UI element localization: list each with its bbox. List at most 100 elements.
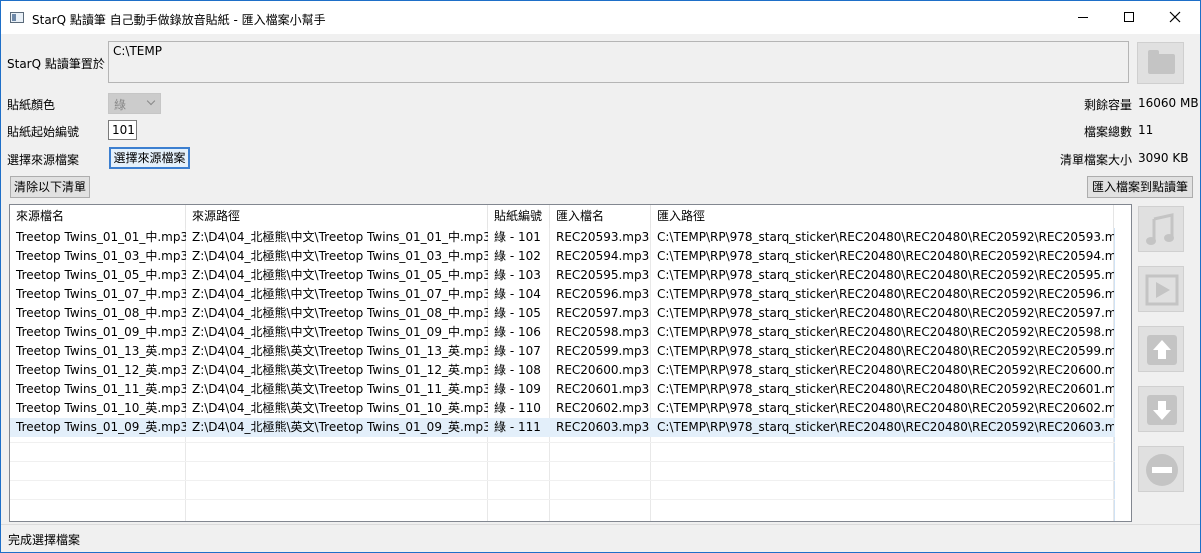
cell-source-path: Z:\D4\04_北極熊\中文\Treetop Twins_01_08_中.mp… bbox=[192, 306, 488, 320]
header-sticker-number[interactable]: 貼紙編號 bbox=[488, 205, 550, 228]
play-sound-button[interactable] bbox=[1138, 206, 1184, 252]
cell-import-name: REC20603.mp3 bbox=[556, 420, 650, 434]
total-files-value: 11 bbox=[1138, 123, 1154, 137]
cell-source-path: Z:\D4\04_北極熊\中文\Treetop Twins_01_03_中.mp… bbox=[192, 249, 488, 263]
window-title: StarQ 點讀筆 自己動手做錄放音貼紙 - 匯入檔案小幫手 bbox=[32, 13, 326, 27]
cell-import-name: REC20595.mp3 bbox=[556, 268, 650, 282]
cell-source-path: Z:\D4\04_北極熊\英文\Treetop Twins_01_10_英.mp… bbox=[192, 401, 488, 415]
cell-source-path: Z:\D4\04_北極熊\英文\Treetop Twins_01_11_英.mp… bbox=[192, 382, 488, 396]
remove-button[interactable] bbox=[1138, 446, 1184, 492]
header-source-path[interactable]: 來源路徑 bbox=[186, 205, 488, 228]
cell-import-name: REC20597.mp3 bbox=[556, 306, 650, 320]
table-header: 來源檔名 來源路徑 貼紙編號 匯入檔名 匯入路徑 bbox=[10, 205, 1131, 228]
cell-source-path: Z:\D4\04_北極熊\英文\Treetop Twins_01_13_英.mp… bbox=[192, 344, 488, 358]
cell-sticker-number: 綠 - 110 bbox=[494, 401, 541, 415]
cell-import-name: REC20599.mp3 bbox=[556, 344, 650, 358]
browse-folder-button[interactable] bbox=[1137, 42, 1184, 84]
cell-import-path: C:\TEMP\RP\978_starq_sticker\REC20480\RE… bbox=[657, 401, 1114, 415]
table-row[interactable]: Treetop Twins_01_12_英.mp3 Z:\D4\04_北極熊\英文… bbox=[10, 361, 1115, 380]
color-select-value: 綠 bbox=[114, 98, 127, 112]
start-number-input[interactable]: 101 bbox=[108, 120, 137, 140]
cell-source-name: Treetop Twins_01_01_中.mp3 bbox=[16, 230, 186, 244]
cell-import-name: REC20594.mp3 bbox=[556, 249, 650, 263]
cell-source-name: Treetop Twins_01_05_中.mp3 bbox=[16, 268, 186, 282]
cell-source-name: Treetop Twins_01_08_中.mp3 bbox=[16, 306, 186, 320]
cell-sticker-number: 綠 - 106 bbox=[494, 325, 541, 339]
cell-sticker-number: 綠 - 105 bbox=[494, 306, 541, 320]
table-row[interactable]: Treetop Twins_01_05_中.mp3 Z:\D4\04_北極熊\中文… bbox=[10, 266, 1115, 285]
minimize-icon bbox=[1078, 16, 1088, 18]
color-select[interactable]: 綠 bbox=[108, 93, 161, 114]
cell-source-path: Z:\D4\04_北極熊\英文\Treetop Twins_01_12_英.mp… bbox=[192, 363, 488, 377]
cell-source-name: Treetop Twins_01_09_英.mp3 bbox=[16, 420, 186, 434]
cell-import-name: REC20602.mp3 bbox=[556, 401, 650, 415]
table-row[interactable]: Treetop Twins_01_08_中.mp3 Z:\D4\04_北極熊\中文… bbox=[10, 304, 1115, 323]
minimize-button[interactable] bbox=[1060, 1, 1106, 34]
play-button[interactable] bbox=[1138, 266, 1184, 312]
table-row[interactable]: Treetop Twins_01_13_英.mp3 Z:\D4\04_北極熊\英文… bbox=[10, 342, 1115, 361]
maximize-icon bbox=[1124, 12, 1134, 22]
source-label: 選擇來源檔案 bbox=[7, 153, 80, 167]
cell-import-path: C:\TEMP\RP\978_starq_sticker\REC20480\RE… bbox=[657, 382, 1114, 396]
table-row[interactable]: Treetop Twins_01_10_英.mp3 Z:\D4\04_北極熊\英文… bbox=[10, 399, 1115, 418]
cell-import-path: C:\TEMP\RP\978_starq_sticker\REC20480\RE… bbox=[657, 420, 1114, 434]
cell-import-name: REC20598.mp3 bbox=[556, 325, 650, 339]
cell-source-name: Treetop Twins_01_07_中.mp3 bbox=[16, 287, 186, 301]
import-files-button[interactable]: 匯入檔案到點讀筆 bbox=[1087, 176, 1193, 198]
app-window: StarQ 點讀筆 自己動手做錄放音貼紙 - 匯入檔案小幫手 StarQ 點讀筆… bbox=[0, 0, 1201, 553]
cell-source-name: Treetop Twins_01_12_英.mp3 bbox=[16, 363, 186, 377]
start-number-label: 貼紙起始編號 bbox=[7, 125, 80, 139]
table-row[interactable]: Treetop Twins_01_09_中.mp3 Z:\D4\04_北極熊\中文… bbox=[10, 323, 1115, 342]
table-row[interactable]: Treetop Twins_01_11_英.mp3 Z:\D4\04_北極熊\英文… bbox=[10, 380, 1115, 399]
list-size-value: 3090 KB bbox=[1138, 151, 1189, 165]
play-icon bbox=[1145, 274, 1179, 306]
cell-sticker-number: 綠 - 111 bbox=[494, 420, 541, 434]
main-content: StarQ 點讀筆置於 C:\TEMP 貼紙顏色 綠 貼紙起始編號 101 選擇… bbox=[1, 34, 1200, 552]
cell-sticker-number: 綠 - 107 bbox=[494, 344, 541, 358]
list-size-label: 清單檔案大小 bbox=[1060, 153, 1133, 167]
cell-import-name: REC20601.mp3 bbox=[556, 382, 650, 396]
cell-source-path: Z:\D4\04_北極熊\英文\Treetop Twins_01_09_英.mp… bbox=[192, 420, 488, 434]
cell-source-name: Treetop Twins_01_10_英.mp3 bbox=[16, 401, 186, 415]
select-source-button[interactable]: 選擇來源檔案 bbox=[109, 147, 190, 169]
header-source-name[interactable]: 來源檔名 bbox=[10, 205, 186, 228]
cell-source-name: Treetop Twins_01_09_中.mp3 bbox=[16, 325, 186, 339]
table-row[interactable]: Treetop Twins_01_03_中.mp3 Z:\D4\04_北極熊\中文… bbox=[10, 247, 1115, 266]
cell-source-path: Z:\D4\04_北極熊\中文\Treetop Twins_01_09_中.mp… bbox=[192, 325, 488, 339]
cell-import-path: C:\TEMP\RP\978_starq_sticker\REC20480\RE… bbox=[657, 325, 1114, 339]
cell-import-path: C:\TEMP\RP\978_starq_sticker\REC20480\RE… bbox=[657, 268, 1114, 282]
remove-icon bbox=[1146, 454, 1178, 486]
table-row[interactable]: Treetop Twins_01_01_中.mp3 Z:\D4\04_北極熊\中文… bbox=[10, 228, 1115, 247]
cell-import-name: REC20596.mp3 bbox=[556, 287, 650, 301]
maximize-button[interactable] bbox=[1106, 1, 1152, 34]
close-button[interactable] bbox=[1152, 1, 1198, 34]
header-import-name[interactable]: 匯入檔名 bbox=[550, 205, 651, 228]
cell-import-path: C:\TEMP\RP\978_starq_sticker\REC20480\RE… bbox=[657, 230, 1114, 244]
table-row[interactable]: Treetop Twins_01_09_英.mp3 Z:\D4\04_北極熊\英文… bbox=[10, 418, 1115, 437]
cell-import-path: C:\TEMP\RP\978_starq_sticker\REC20480\RE… bbox=[657, 306, 1114, 320]
location-path-field[interactable]: C:\TEMP bbox=[108, 41, 1129, 83]
color-label: 貼紙顏色 bbox=[7, 98, 56, 112]
close-icon bbox=[1169, 11, 1181, 23]
move-down-button[interactable] bbox=[1138, 386, 1184, 432]
clear-list-button[interactable]: 清除以下清單 bbox=[10, 176, 90, 198]
music-icon bbox=[1146, 213, 1174, 245]
cell-sticker-number: 綠 - 102 bbox=[494, 249, 541, 263]
header-import-path[interactable]: 匯入路徑 bbox=[651, 205, 1114, 228]
cell-sticker-number: 綠 - 103 bbox=[494, 268, 541, 282]
cell-import-name: REC20600.mp3 bbox=[556, 363, 650, 377]
cell-import-name: REC20593.mp3 bbox=[556, 230, 650, 244]
cell-source-name: Treetop Twins_01_11_英.mp3 bbox=[16, 382, 186, 396]
cell-import-path: C:\TEMP\RP\978_starq_sticker\REC20480\RE… bbox=[657, 363, 1114, 377]
cell-source-name: Treetop Twins_01_13_英.mp3 bbox=[16, 344, 186, 358]
title-bar[interactable]: StarQ 點讀筆 自己動手做錄放音貼紙 - 匯入檔案小幫手 bbox=[1, 1, 1200, 34]
chevron-down-icon bbox=[146, 96, 156, 106]
remaining-capacity-value: 16060 MB bbox=[1138, 96, 1199, 110]
move-up-button[interactable] bbox=[1138, 326, 1184, 372]
table-row[interactable]: Treetop Twins_01_07_中.mp3 Z:\D4\04_北極熊\中文… bbox=[10, 285, 1115, 304]
arrow-up-icon bbox=[1147, 335, 1177, 365]
cell-sticker-number: 綠 - 101 bbox=[494, 230, 541, 244]
cell-sticker-number: 綠 - 104 bbox=[494, 287, 541, 301]
cell-import-path: C:\TEMP\RP\978_starq_sticker\REC20480\RE… bbox=[657, 287, 1114, 301]
file-list-table[interactable]: 來源檔名 來源路徑 貼紙編號 匯入檔名 匯入路徑 Treetop Twins_0… bbox=[9, 204, 1132, 522]
